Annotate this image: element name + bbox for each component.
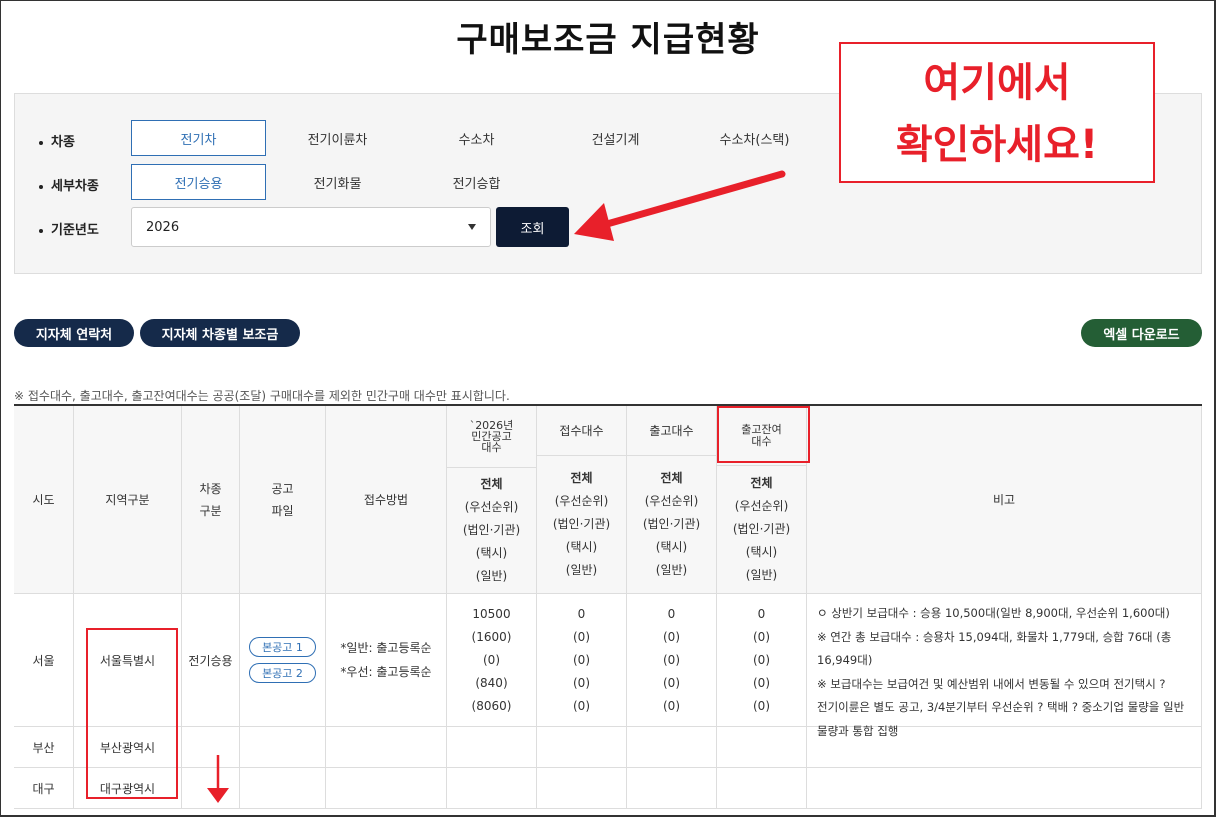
table-cell-empty bbox=[807, 727, 1202, 768]
table-row-received: 0 (0) (0) (0) (0) bbox=[537, 594, 627, 727]
annotation-highlight-areas bbox=[86, 628, 178, 799]
table-cell-empty bbox=[326, 727, 447, 768]
excel-download-button[interactable]: 엑셀 다운로드 bbox=[1081, 319, 1202, 347]
subheader-received: 전체 (우선순위) (법인·기관) (택시) (일반) bbox=[537, 456, 627, 594]
table-cell-empty bbox=[717, 768, 807, 809]
header-received: 접수대수 bbox=[537, 406, 627, 456]
table-row-remaining: 0 (0) (0) (0) (0) bbox=[717, 594, 807, 727]
table-cell-empty bbox=[537, 768, 627, 809]
header-notice-file: 공고 파일 bbox=[240, 406, 326, 594]
subsidy-table: 시도 지역구분 차종 구분 공고 파일 접수방법 `2026년 민간공고 대수 … bbox=[14, 404, 1202, 809]
table-cell-empty bbox=[240, 768, 326, 809]
search-button[interactable]: 조회 bbox=[496, 207, 569, 247]
table-row-shipped: 0 (0) (0) (0) (0) bbox=[627, 594, 717, 727]
local-contacts-button[interactable]: 지자체 연락처 bbox=[14, 319, 134, 347]
header-area: 지역구분 bbox=[74, 406, 182, 594]
table-cell-empty bbox=[627, 727, 717, 768]
notice-text: ※ 접수대수, 출고대수, 출고잔여대수는 공공(조달) 구매대수를 제외한 민… bbox=[14, 389, 510, 403]
local-subsidy-button[interactable]: 지자체 차종별 보조금 bbox=[140, 319, 300, 347]
header-vehicle-kind: 차종 구분 bbox=[182, 406, 240, 594]
table-cell-empty bbox=[447, 727, 537, 768]
table-cell-empty bbox=[326, 768, 447, 809]
annotation-callout: 여기에서 확인하세요! bbox=[839, 42, 1155, 183]
header-remarks: 비고 bbox=[807, 406, 1202, 594]
table-cell-empty bbox=[807, 768, 1202, 809]
option-hydrogen-stack[interactable]: 수소차(스택) bbox=[687, 120, 822, 156]
vehicle-type-label: 차종 bbox=[39, 131, 75, 150]
table-row-region: 서울 bbox=[14, 594, 74, 727]
table-cell-empty bbox=[627, 768, 717, 809]
subheader-shipped: 전체 (우선순위) (법인·기관) (택시) (일반) bbox=[627, 456, 717, 594]
sub-type-label: 세부차종 bbox=[39, 175, 99, 194]
table-row-region: 대구 bbox=[14, 768, 74, 809]
notice-file-2-link[interactable]: 본공고 2 bbox=[249, 663, 316, 683]
option-e-bus[interactable]: 전기승합 bbox=[409, 164, 544, 200]
year-value: 2026 bbox=[146, 219, 180, 235]
option-e-motorcycle[interactable]: 전기이륜차 bbox=[270, 120, 405, 156]
option-e-cargo[interactable]: 전기화물 bbox=[270, 164, 405, 200]
subheader-announced: 전체 (우선순위) (법인·기관) (택시) (일반) bbox=[447, 468, 537, 594]
header-method: 접수방법 bbox=[326, 406, 447, 594]
table-cell-empty bbox=[447, 768, 537, 809]
header-region: 시도 bbox=[14, 406, 74, 594]
table-row-method: *일반: 출고등록순 *우선: 출고등록순 bbox=[326, 594, 447, 727]
table-row-announced: 10500 (1600) (0) (840) (8060) bbox=[447, 594, 537, 727]
option-construction[interactable]: 건설기계 bbox=[548, 120, 683, 156]
table-row-region: 부산 bbox=[14, 727, 74, 768]
notice-file-1-link[interactable]: 본공고 1 bbox=[249, 637, 316, 657]
year-select[interactable]: 2026 bbox=[131, 207, 491, 247]
table-row-notice-files: 본공고 1 본공고 2 bbox=[240, 594, 326, 727]
table-cell-empty bbox=[537, 727, 627, 768]
annotation-highlight-remaining bbox=[717, 406, 810, 463]
option-ev[interactable]: 전기차 bbox=[131, 120, 266, 156]
option-hydrogen[interactable]: 수소차 bbox=[409, 120, 544, 156]
table-cell-empty bbox=[717, 727, 807, 768]
option-e-passenger[interactable]: 전기승용 bbox=[131, 164, 266, 200]
table-cell-empty bbox=[182, 727, 240, 768]
header-announced: `2026년 민간공고 대수 bbox=[447, 406, 537, 468]
table-row-remarks: ㅇ 상반기 보급대수 : 승용 10,500대(일반 8,900대, 우선순위 … bbox=[807, 594, 1202, 738]
table-cell-empty bbox=[182, 768, 240, 809]
table-cell-empty bbox=[240, 727, 326, 768]
chevron-down-icon bbox=[468, 224, 476, 230]
header-shipped: 출고대수 bbox=[627, 406, 717, 456]
base-year-label: 기준년도 bbox=[39, 219, 99, 238]
subheader-remaining: 전체 (우선순위) (법인·기관) (택시) (일반) bbox=[717, 466, 807, 594]
table-row-vehicle-kind: 전기승용 bbox=[182, 594, 240, 727]
